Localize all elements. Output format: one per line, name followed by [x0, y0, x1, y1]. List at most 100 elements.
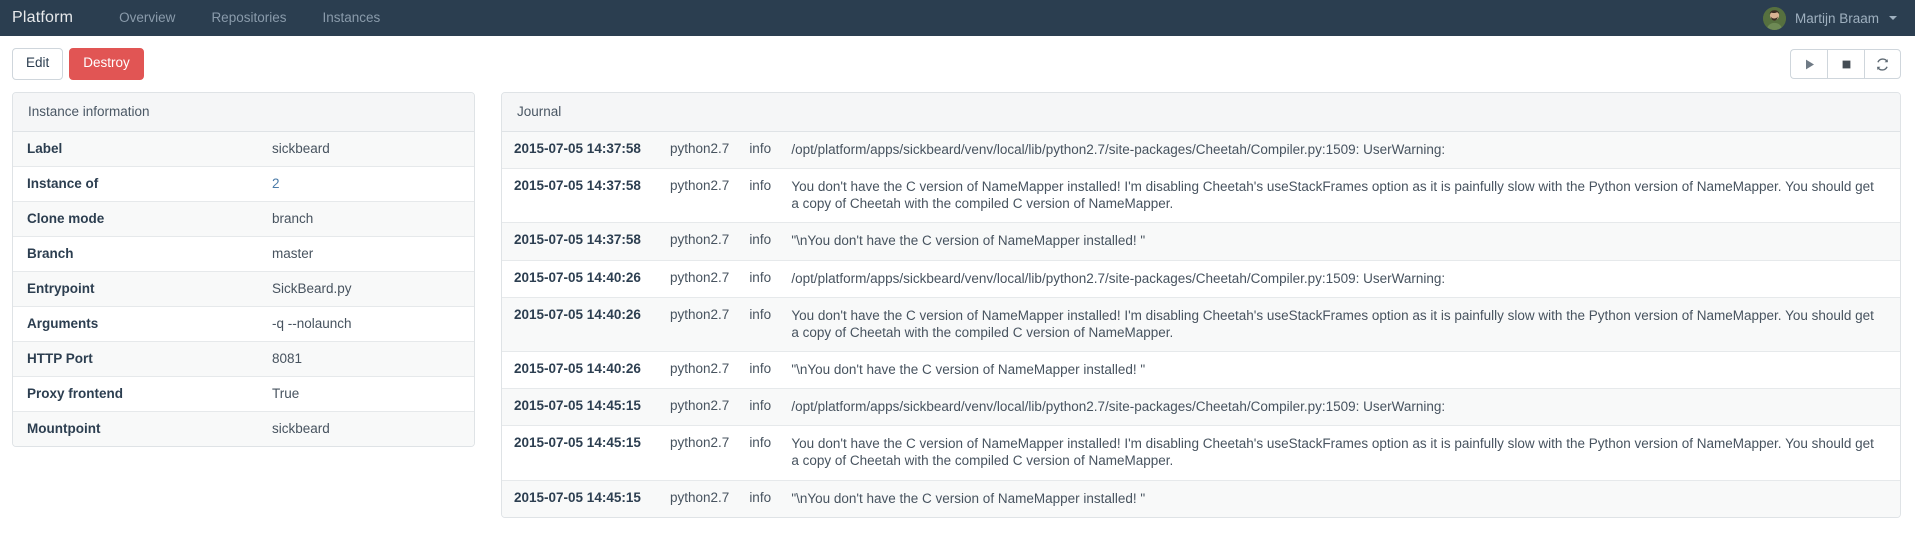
journal-message: /opt/platform/apps/sickbeard/venv/local/…: [781, 132, 1900, 170]
primary-nav: Overview Repositories Instances: [101, 0, 398, 36]
stop-button[interactable]: [1827, 49, 1864, 79]
nav-link-overview[interactable]: Overview: [101, 0, 193, 36]
journal-source: python2.7: [660, 260, 740, 298]
journal-source: python2.7: [660, 388, 740, 427]
journal-message: "\nYou don't have the C version of NameM…: [781, 480, 1900, 517]
start-button[interactable]: [1790, 49, 1827, 79]
journal-timestamp: 2015-07-05 14:40:26: [502, 351, 660, 390]
journal-source: python2.7: [660, 168, 740, 224]
table-row: 2015-07-05 14:40:26 python2.7 info "\nYou d…: [502, 351, 1900, 390]
journal-source: python2.7: [660, 425, 740, 481]
journal-level: info: [739, 480, 782, 517]
journal-level: info: [739, 222, 782, 261]
stop-icon: [1840, 58, 1853, 71]
instance-information-panel: Instance information Label sickbeard Insta…: [12, 92, 475, 447]
info-value: sickbeard: [258, 411, 474, 446]
nav-link-instances[interactable]: Instances: [304, 0, 398, 36]
journal-level: info: [739, 260, 782, 298]
nav-link-repositories[interactable]: Repositories: [193, 0, 304, 36]
caret-down-icon: [1889, 16, 1897, 20]
table-row: Arguments -q --nolaunch: [13, 306, 474, 342]
journal-source: python2.7: [660, 132, 740, 170]
table-row: Label sickbeard: [13, 132, 474, 167]
top-navbar: Platform Overview Repositories Instances…: [0, 0, 1915, 36]
table-row: HTTP Port 8081: [13, 341, 474, 377]
page-content: Instance information Label sickbeard Insta…: [0, 92, 1915, 518]
info-key: Clone mode: [13, 201, 258, 237]
info-value[interactable]: 2: [258, 166, 474, 202]
info-key: Entrypoint: [13, 271, 258, 307]
journal-rows: 2015-07-05 14:37:58 python2.7 info/opt/pla…: [502, 132, 1900, 517]
user-menu[interactable]: Martijn Braam: [1762, 6, 1901, 30]
info-key: Mountpoint: [13, 411, 258, 446]
journal-timestamp: 2015-07-05 14:40:26: [502, 260, 660, 298]
info-value: SickBeard.py: [258, 271, 474, 307]
journal-source: python2.7: [660, 297, 740, 352]
destroy-button[interactable]: Destroy: [69, 48, 144, 80]
table-row: Branch master: [13, 236, 474, 272]
journal-table: 2015-07-05 14:37:58 python2.7 info/opt/pla…: [502, 132, 1900, 517]
instance-information-table: Label sickbeard Instance of 2 Clone mode bran…: [13, 132, 474, 446]
journal-level: info: [739, 132, 782, 170]
journal-message: /opt/platform/apps/sickbeard/venv/local/…: [781, 388, 1900, 427]
table-row: 2015-07-05 14:40:26 python2.7 info/opt/pla…: [502, 260, 1900, 298]
info-key: Branch: [13, 236, 258, 272]
journal-message: /opt/platform/apps/sickbeard/venv/local/…: [781, 260, 1900, 298]
table-row: 2015-07-05 14:40:26 python2.7 info You don'…: [502, 297, 1900, 352]
table-row: 2015-07-05 14:37:58 python2.7 info You don'…: [502, 168, 1900, 224]
instance-information-rows: Label sickbeard Instance of 2 Clone mode bran…: [13, 132, 474, 446]
info-value: branch: [258, 201, 474, 237]
info-key: Arguments: [13, 306, 258, 342]
table-row: 2015-07-05 14:45:15 python2.7 info You don'…: [502, 425, 1900, 481]
journal-timestamp: 2015-07-05 14:45:15: [502, 388, 660, 427]
action-toolbar: Edit Destroy: [0, 36, 1915, 92]
info-value: 8081: [258, 341, 474, 377]
table-row: Mountpoint sickbeard: [13, 411, 474, 446]
instance-of-link[interactable]: 2: [272, 176, 280, 191]
table-row: 2015-07-05 14:37:58 python2.7 info "\nYou d…: [502, 222, 1900, 261]
edit-button[interactable]: Edit: [12, 48, 64, 80]
table-row: 2015-07-05 14:37:58 python2.7 info/opt/pla…: [502, 132, 1900, 170]
info-value: master: [258, 236, 474, 272]
journal-message: "\nYou don't have the C version of NameM…: [781, 222, 1900, 261]
info-value: sickbeard: [258, 132, 474, 167]
avatar: [1762, 6, 1786, 30]
table-row: 2015-07-05 14:45:15 python2.7 info "\nYou d…: [502, 480, 1900, 517]
table-row: Proxy frontend True: [13, 376, 474, 412]
instance-control-group: [1790, 49, 1901, 79]
journal-panel: Journal 2015-07-05 14:37:58 python2.7 info…: [501, 92, 1901, 518]
journal-level: info: [739, 425, 782, 481]
info-key: HTTP Port: [13, 341, 258, 377]
table-row: Entrypoint SickBeard.py: [13, 271, 474, 307]
restart-button[interactable]: [1864, 49, 1901, 79]
info-key: Instance of: [13, 166, 258, 202]
journal-title: Journal: [502, 93, 1900, 132]
journal-level: info: [739, 168, 782, 224]
info-key: Proxy frontend: [13, 376, 258, 412]
journal-message: You don't have the C version of NameMapp…: [781, 168, 1900, 224]
journal-message: "\nYou don't have the C version of NameM…: [781, 351, 1900, 390]
table-row: Clone mode branch: [13, 201, 474, 237]
journal-timestamp: 2015-07-05 14:37:58: [502, 168, 660, 224]
play-icon: [1803, 58, 1816, 71]
refresh-icon: [1875, 57, 1890, 72]
journal-level: info: [739, 388, 782, 427]
journal-source: python2.7: [660, 480, 740, 517]
journal-level: info: [739, 297, 782, 352]
journal-source: python2.7: [660, 222, 740, 261]
journal-timestamp: 2015-07-05 14:37:58: [502, 132, 660, 170]
info-value: -q --nolaunch: [258, 306, 474, 342]
journal-level: info: [739, 351, 782, 390]
journal-message: You don't have the C version of NameMapp…: [781, 297, 1900, 352]
journal-message: You don't have the C version of NameMapp…: [781, 425, 1900, 481]
info-key: Label: [13, 132, 258, 167]
info-value: True: [258, 376, 474, 412]
table-row: 2015-07-05 14:45:15 python2.7 info/opt/pla…: [502, 388, 1900, 427]
table-row: Instance of 2: [13, 166, 474, 202]
user-name: Martijn Braam: [1794, 10, 1879, 26]
journal-timestamp: 2015-07-05 14:40:26: [502, 297, 660, 352]
brand-logo[interactable]: Platform: [12, 9, 73, 27]
journal-source: python2.7: [660, 351, 740, 390]
instance-information-title: Instance information: [13, 93, 474, 132]
journal-timestamp: 2015-07-05 14:37:58: [502, 222, 660, 261]
